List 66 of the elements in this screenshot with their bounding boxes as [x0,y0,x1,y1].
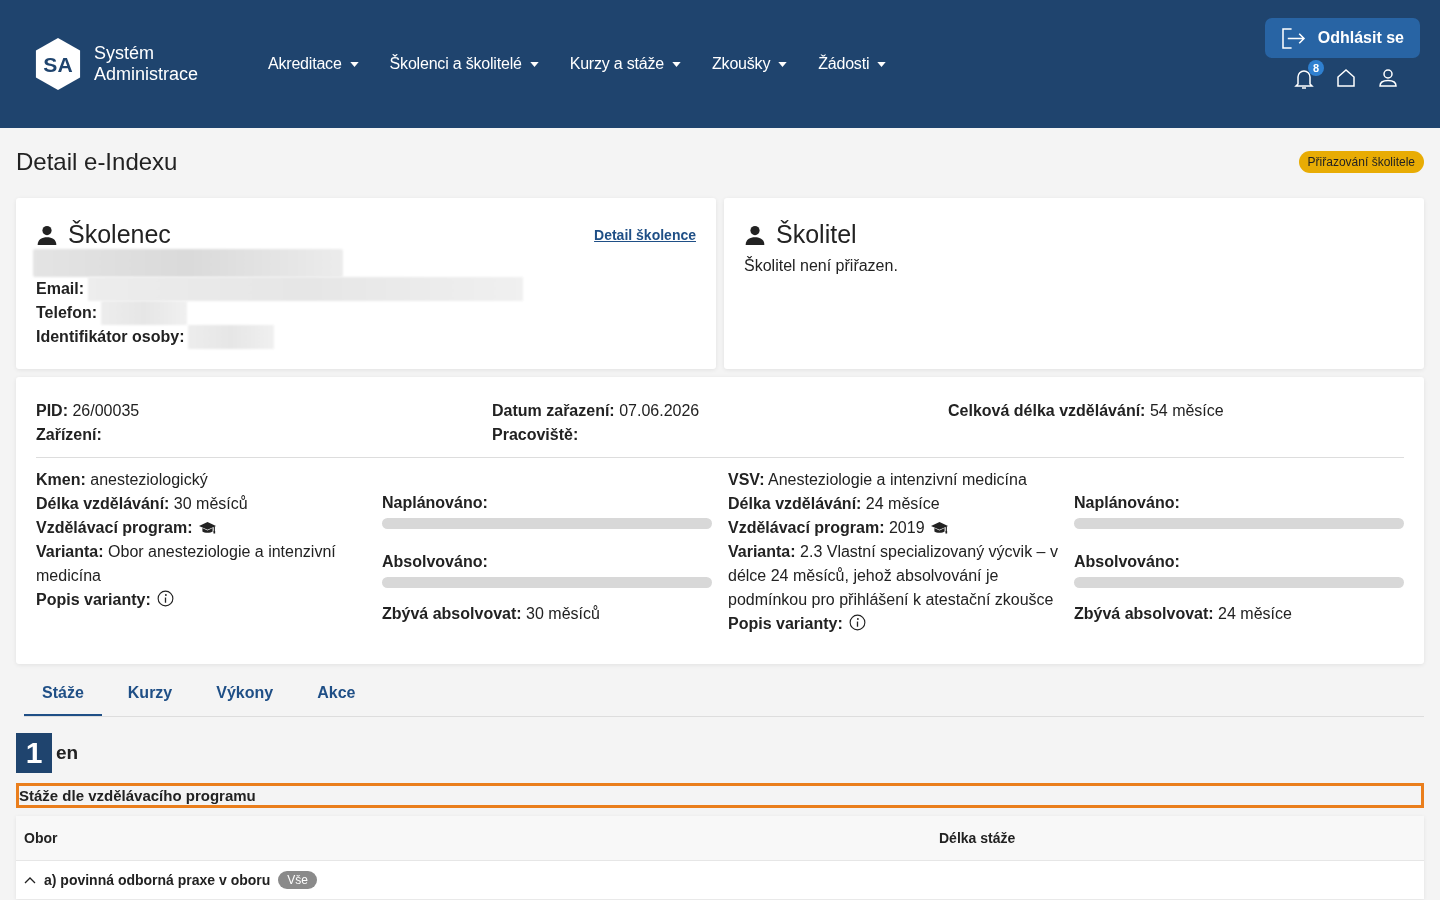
progress-label: Naplánováno: [382,493,489,513]
graduation-cap-icon [198,521,216,535]
info-line: Varianta: Obor anesteziologie a intenzivní medicína [36,542,337,586]
column-header: Obor [24,830,59,846]
field-label: Email: [36,280,84,298]
caret-icon [672,61,682,67]
field-label: Identifikátor osoby: [36,328,185,346]
caret-icon [778,61,788,67]
person-icon [36,223,58,246]
info-line: VSV: Anesteziologie a intenzivní medicína [728,470,1028,490]
tab[interactable]: Výkony [198,674,292,716]
group-badge: Vše [278,871,318,889]
nav-menu[interactable]: Zkoušky [712,55,788,73]
info-line: PID: 26/00035 [36,401,141,421]
info-line: Celková délka vzdělávání: 54 měsíce [948,401,1225,421]
group-label: a) povinná odborná praxe v oboru [44,872,271,888]
nav-menu[interactable]: Žádosti [818,55,887,73]
graduation-cap-icon [930,521,948,535]
info-line: Kmen: anesteziologický [36,470,209,490]
logout-icon [1280,27,1306,49]
tab[interactable]: Stáže [24,674,102,716]
nav-menu[interactable]: Akreditace [268,55,359,73]
program-line: Vzdělávací program: [36,516,366,540]
trainee-detail-link[interactable]: Detail školence [594,226,696,243]
variant-description-line: Popis varianty: [728,612,1058,636]
info-line: Délka vzdělávání: 30 měsíců [36,494,249,514]
logout-button[interactable]: Odhlásit se [1264,18,1420,58]
card-title: Školenec [68,220,171,249]
caret-icon [877,61,887,67]
column-header: Délka stáže [939,830,1017,846]
logo-icon[interactable]: SA [34,37,82,91]
tab[interactable]: Kurzy [109,674,191,716]
program-line: Vzdělávací program: 2019 [728,516,1058,540]
trainer-note: Školitel není přiřazen. [744,257,899,275]
user-icon[interactable] [1378,68,1398,88]
section-heading: en [56,742,79,764]
section-subheading: Stáže dle vzdělávacího programu [16,783,1424,808]
remaining-line: Zbývá absolvovat: 24 měsíce [1074,604,1293,624]
step-marker: 1 [16,733,52,773]
field-label: Telefon: [36,304,98,322]
nav-menu[interactable]: Kurzy a stáže [569,55,682,73]
tab[interactable]: Akce [299,674,374,716]
status-badge: Přiřazování školitele [1298,151,1424,173]
chevron-up-icon[interactable] [24,876,36,884]
progress-label: Absolvováno: [1074,552,1181,572]
nav-menu[interactable]: Školenci a školitelé [389,55,539,73]
bell-icon[interactable] [1294,68,1314,90]
info-icon[interactable] [156,590,174,607]
remaining-line: Zbývá absolvovat: 30 měsíců [382,604,601,624]
progress-label: Absolvováno: [382,552,489,572]
info-icon[interactable] [848,614,866,631]
page-title: Detail e-Indexu [16,148,178,176]
info-line: Pracoviště: [492,425,580,445]
variant-description-line: Popis varianty: [36,588,366,612]
info-line: Zařízení: [36,425,103,445]
app-name: Systém Administrace [94,43,199,85]
notification-count: 8 [1308,60,1324,76]
progress-label: Naplánováno: [1074,493,1181,513]
info-line: Délka vzdělávání: 24 měsíce [728,494,941,514]
caret-icon [349,61,359,67]
person-icon [744,223,766,246]
caret-icon [529,61,539,67]
card-title: Školitel [776,220,857,249]
info-line: Varianta: 2.3 Vlastní specializovaný výcvik – v délce 24 měsíců, jehož absolvování je podmínkou pro přihlášení k atestační zkoušce [728,542,1058,610]
home-icon[interactable] [1336,68,1356,88]
info-line: Datum zařazení: 07.06.2026 [492,401,701,421]
